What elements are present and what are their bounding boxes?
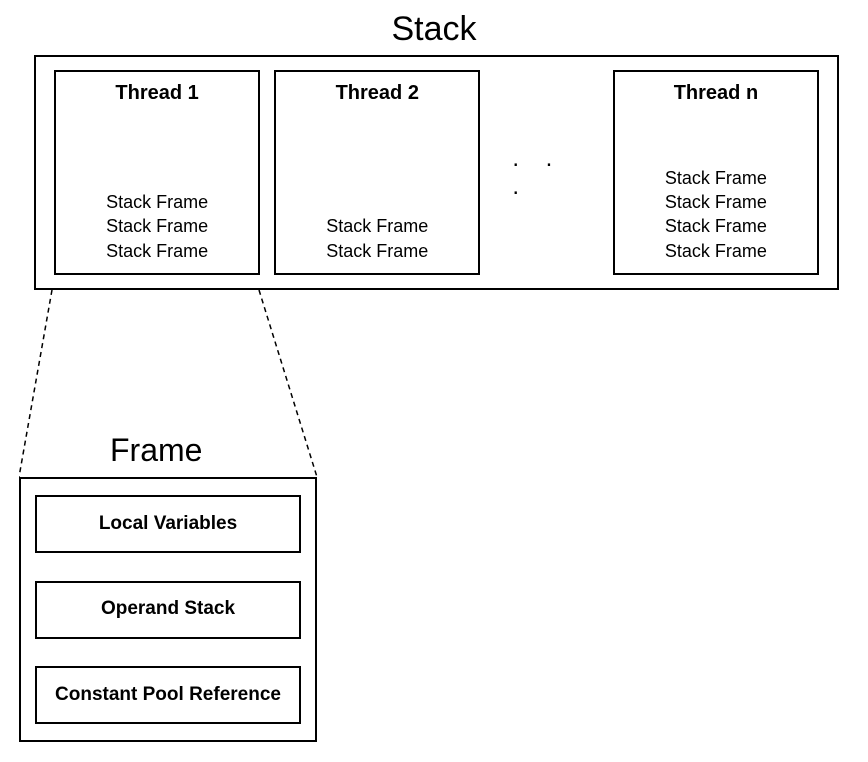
stack-title: Stack xyxy=(0,10,868,49)
stack-frame-item: Stack Frame xyxy=(68,214,246,238)
frame-container: Local Variables Operand Stack Constant P… xyxy=(19,477,317,742)
ellipsis: . . . xyxy=(494,145,613,201)
thread-frames: Stack Frame Stack Frame Stack Frame Stac… xyxy=(627,129,805,263)
frame-section-local-variables: Local Variables xyxy=(35,495,301,553)
stack-frame-item: Stack Frame xyxy=(288,239,466,263)
stack-frame-item: Stack Frame xyxy=(627,190,805,214)
stack-frame-item: Stack Frame xyxy=(627,214,805,238)
thread-box-1: Thread 1 Stack Frame Stack Frame Stack F… xyxy=(54,70,260,275)
thread-title: Thread n xyxy=(627,82,805,105)
stack-frame-item: Stack Frame xyxy=(288,214,466,238)
stack-frame-item: Stack Frame xyxy=(627,239,805,263)
frame-title: Frame xyxy=(110,432,202,469)
stack-frame-item: Stack Frame xyxy=(68,239,246,263)
thread-frames: Stack Frame Stack Frame Stack Frame xyxy=(68,129,246,263)
thread-box-2: Thread 2 Stack Frame Stack Frame xyxy=(274,70,480,275)
thread-box-n: Thread n Stack Frame Stack Frame Stack F… xyxy=(613,70,819,275)
thread-frames: Stack Frame Stack Frame xyxy=(288,129,466,263)
stack-container: Thread 1 Stack Frame Stack Frame Stack F… xyxy=(34,55,839,290)
stack-frame-item: Stack Frame xyxy=(68,190,246,214)
stack-frame-item: Stack Frame xyxy=(627,166,805,190)
thread-title: Thread 2 xyxy=(288,82,466,105)
frame-section-operand-stack: Operand Stack xyxy=(35,581,301,639)
frame-section-constant-pool: Constant Pool Reference xyxy=(35,666,301,724)
thread-title: Thread 1 xyxy=(68,82,246,105)
